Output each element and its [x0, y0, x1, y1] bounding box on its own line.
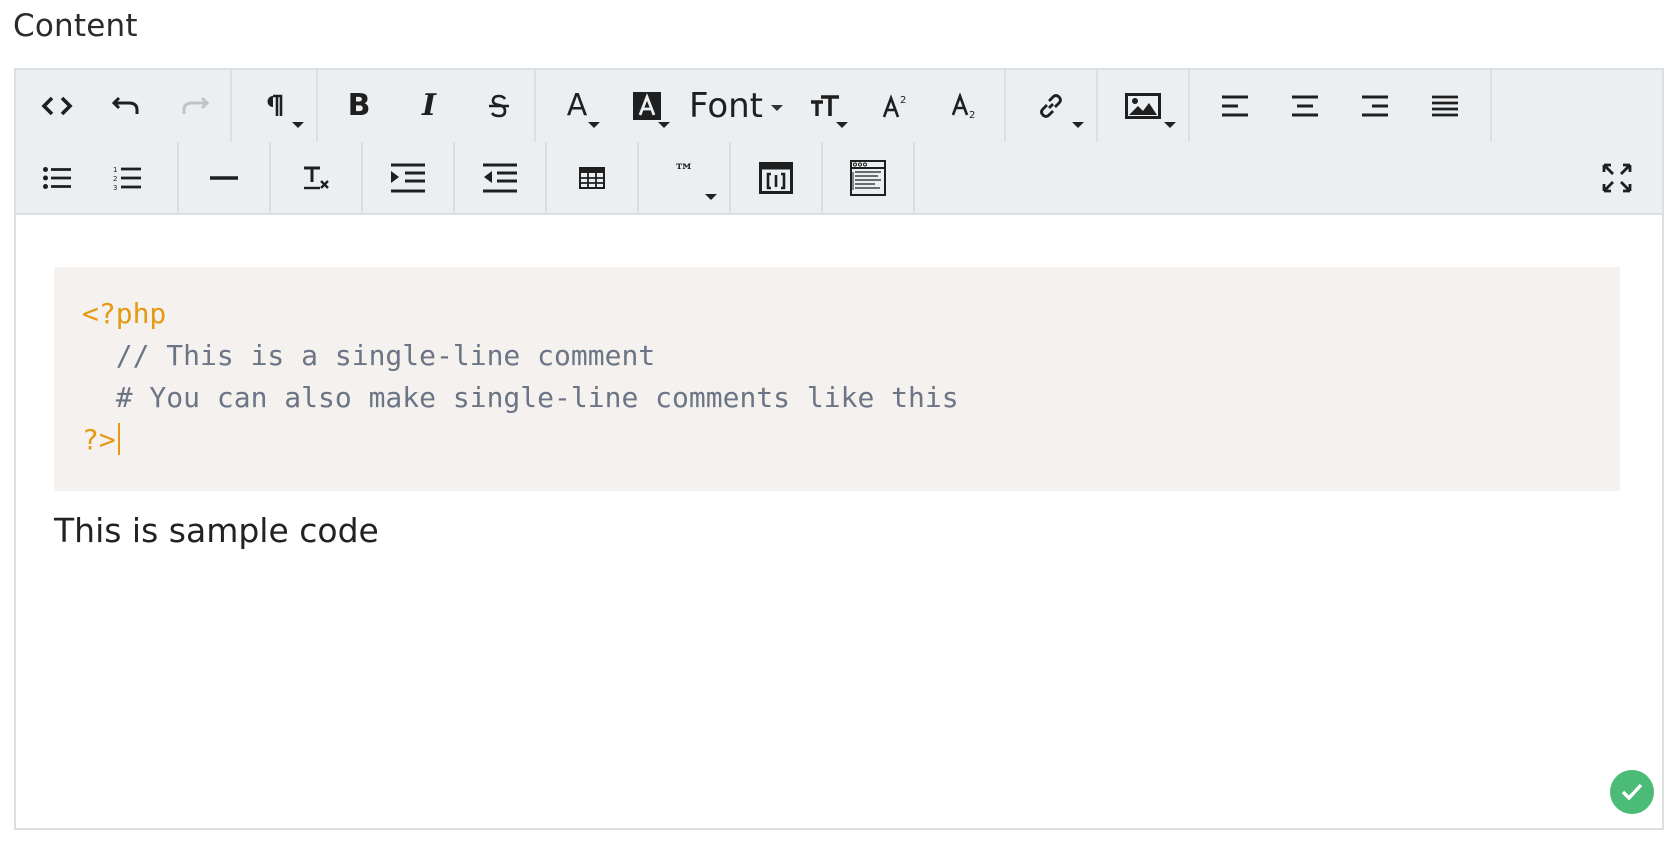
insert-link-button[interactable]: [1006, 70, 1096, 142]
align-justify-button[interactable]: [1410, 70, 1480, 142]
redo-button[interactable]: [161, 70, 230, 142]
toolbar-group-link: [1006, 70, 1098, 142]
insert-template-button[interactable]: [823, 142, 913, 214]
superscript-icon: 2: [882, 94, 906, 118]
align-justify-icon: [1432, 95, 1458, 117]
toolbar-row-1: B I A Font 2 2: [16, 70, 1662, 142]
toolbar-group-special-chars: ™: [639, 142, 731, 214]
font-size-icon: [811, 95, 839, 116]
special-characters-icon: ™: [674, 159, 694, 183]
toolbar-group-table: [547, 142, 639, 214]
outdent-button[interactable]: [455, 142, 545, 214]
insert-template-icon: [850, 160, 886, 196]
font-family-dropdown[interactable]: Font: [682, 70, 790, 142]
clear-formatting-icon: [304, 166, 329, 190]
indent-button[interactable]: [363, 142, 453, 214]
code-close-tag: ?>: [82, 423, 116, 456]
outdent-icon: [483, 163, 517, 193]
font-size-button[interactable]: [790, 70, 860, 142]
svg-text:3: 3: [113, 184, 117, 190]
align-right-icon: [1362, 95, 1388, 117]
toolbar-group-shortcode: [731, 142, 823, 214]
insert-table-icon: [579, 167, 605, 189]
text-color-button[interactable]: A: [542, 70, 612, 142]
toolbar-group-align: [1190, 70, 1492, 142]
horizontal-line-icon: [210, 176, 238, 180]
clear-formatting-button[interactable]: [271, 142, 361, 214]
toolbar-group-image: [1098, 70, 1190, 142]
field-label: Content: [13, 8, 138, 44]
toolbar-group-clear: [271, 142, 363, 214]
redo-icon: [182, 96, 210, 114]
unordered-list-button[interactable]: [22, 142, 92, 214]
code-comment-line-1: // This is a single-line comment: [82, 339, 656, 372]
text-color-icon: A: [566, 88, 588, 123]
toolbar-group-outdent: [455, 142, 547, 214]
font-family-label: Font: [688, 86, 764, 126]
background-color-icon: [633, 92, 661, 120]
code-view-icon: [41, 96, 73, 116]
italic-button[interactable]: I: [394, 70, 464, 142]
horizontal-line-button[interactable]: [179, 142, 269, 214]
bold-button[interactable]: B: [324, 70, 394, 142]
toolbar-row-2: 123 ™: [16, 142, 1662, 214]
insert-table-button[interactable]: [547, 142, 637, 214]
svg-text:1: 1: [113, 166, 117, 174]
subscript-icon: 2: [951, 93, 975, 119]
status-check-badge[interactable]: [1610, 770, 1654, 814]
superscript-button[interactable]: 2: [860, 70, 930, 142]
subscript-button[interactable]: 2: [930, 70, 1000, 142]
code-open-tag: <?php: [82, 297, 167, 330]
indent-icon: [391, 163, 425, 193]
code-view-button[interactable]: [22, 70, 91, 142]
paragraph-format-button[interactable]: [232, 70, 316, 142]
undo-button[interactable]: [91, 70, 160, 142]
paragraph-format-icon: [267, 94, 283, 116]
insert-shortcode-icon: [759, 162, 793, 194]
align-center-icon: [1292, 95, 1318, 117]
fullscreen-button[interactable]: [1572, 142, 1662, 214]
code-comment-line-2: # You can also make single-line comments…: [82, 381, 959, 414]
editor-toolbar: B I A Font 2 2 1 2 3 ™: [16, 70, 1662, 215]
code-block[interactable]: <?php // This is a single-line comment #…: [54, 267, 1620, 491]
toolbar-group-indent: [363, 142, 455, 214]
special-characters-button[interactable]: ™: [639, 142, 729, 214]
background-color-button[interactable]: [612, 70, 682, 142]
align-left-icon: [1222, 95, 1248, 117]
fullscreen-icon: [1602, 163, 1632, 193]
toolbar-group-lists: 123: [16, 142, 179, 214]
toolbar-group-history: [16, 70, 232, 142]
ordered-list-icon: 123: [113, 166, 141, 190]
ordered-list-button[interactable]: 123: [92, 142, 162, 214]
italic-icon: I: [421, 88, 437, 123]
align-right-button[interactable]: [1340, 70, 1410, 142]
toolbar-group-text-style: B I: [318, 70, 536, 142]
undo-icon: [111, 96, 139, 114]
svg-text:2: 2: [969, 110, 975, 119]
align-center-button[interactable]: [1270, 70, 1340, 142]
content-paragraph: This is sample code: [54, 511, 379, 550]
toolbar-group-paragraph: [232, 70, 318, 142]
svg-text:2: 2: [900, 95, 906, 106]
toolbar-group-font: A Font 2 2: [536, 70, 1006, 142]
toolbar-group-hr: [179, 142, 271, 214]
toolbar-group-template: [823, 142, 915, 214]
insert-image-icon: [1125, 93, 1161, 119]
unordered-list-icon: [43, 167, 71, 189]
rich-text-editor: B I A Font 2 2 1 2 3 ™ <?php // This is …: [14, 68, 1664, 830]
text-cursor: [117, 423, 120, 455]
align-left-button[interactable]: [1200, 70, 1270, 142]
editor-content-area[interactable]: <?php // This is a single-line comment #…: [16, 215, 1662, 830]
insert-shortcode-button[interactable]: [731, 142, 821, 214]
checkmark-icon: [1621, 783, 1643, 801]
bold-icon: B: [347, 88, 371, 123]
strikethrough-icon: [489, 94, 509, 118]
insert-image-button[interactable]: [1098, 70, 1188, 142]
strikethrough-button[interactable]: [464, 70, 534, 142]
insert-link-icon: [1040, 94, 1062, 118]
svg-text:2: 2: [113, 175, 117, 183]
